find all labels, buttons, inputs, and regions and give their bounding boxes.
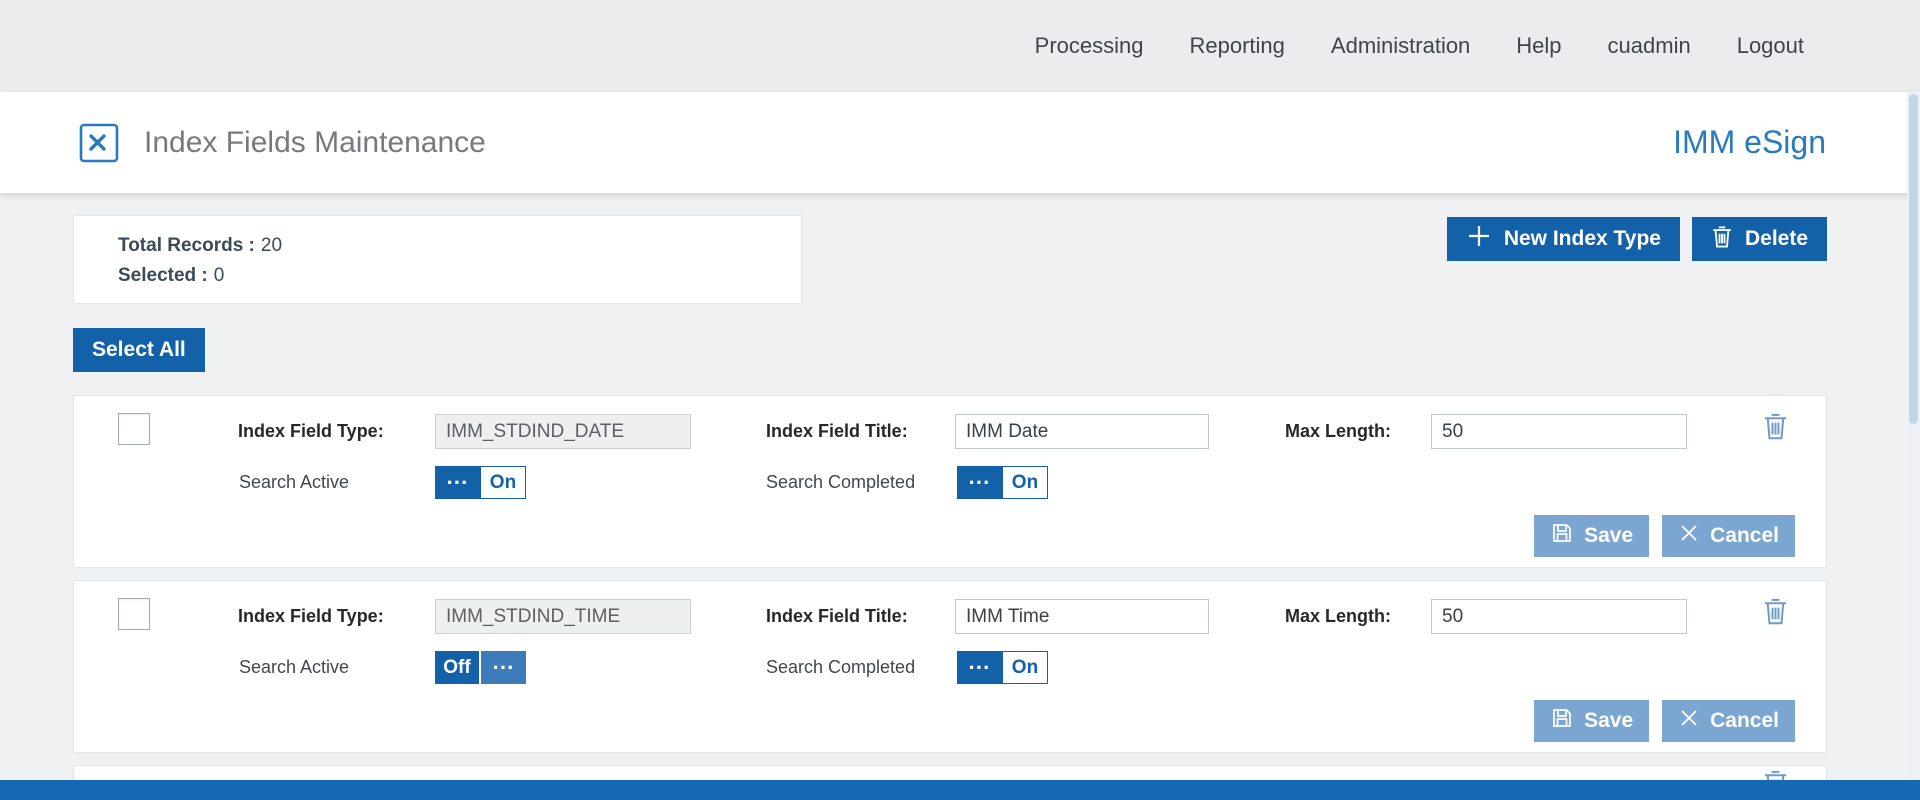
- index-field-row-partial: [73, 765, 1827, 781]
- records-summary-panel: Total Records :20 Selected :0: [73, 215, 802, 304]
- cancel-label: Cancel: [1710, 709, 1779, 732]
- index-field-row: Index Field Type: Index Field Title: Max…: [73, 580, 1827, 753]
- save-label: Save: [1584, 524, 1634, 547]
- scrollbar-thumb[interactable]: [1909, 94, 1918, 424]
- field-type-label: Index Field Type:: [238, 421, 384, 441]
- delete-label: Delete: [1744, 227, 1808, 250]
- search-active-label: Search Active: [239, 657, 350, 677]
- page-header: Index Fields Maintenance IMM eSign: [0, 92, 1920, 193]
- save-floppy-icon: [1550, 706, 1574, 736]
- search-completed-label: Search Completed: [766, 472, 916, 492]
- toggle-handle: ···: [481, 651, 526, 684]
- bottom-bar: [0, 780, 1920, 800]
- delete-row-icon[interactable]: [1762, 596, 1789, 626]
- select-all-button[interactable]: Select All: [73, 328, 205, 372]
- search-active-label: Search Active: [239, 472, 350, 492]
- select-all-label: Select All: [92, 338, 186, 361]
- total-records-value: 20: [260, 235, 283, 256]
- cancel-x-icon: [1678, 707, 1700, 735]
- toggle-handle: ···: [435, 466, 480, 499]
- main-content: Total Records :20 Selected :0 New Index …: [0, 193, 1920, 781]
- delete-row-icon[interactable]: [1762, 411, 1789, 441]
- max-length-input[interactable]: [1431, 599, 1687, 634]
- row-checkbox[interactable]: [118, 598, 150, 630]
- cancel-x-icon: [1678, 522, 1700, 550]
- delete-button[interactable]: Delete: [1691, 217, 1827, 261]
- field-title-label: Index Field Title:: [766, 421, 908, 441]
- max-length-label: Max Length:: [1285, 606, 1391, 626]
- save-button[interactable]: Save: [1534, 700, 1650, 742]
- trash-icon: [1711, 224, 1733, 255]
- brand-logo: IMM eSign: [1673, 124, 1826, 160]
- toggle-handle: ···: [957, 651, 1002, 684]
- field-type-input: [435, 414, 691, 449]
- top-nav: Processing Reporting Administration Help…: [0, 0, 1920, 92]
- nav-user-cuadmin[interactable]: cuadmin: [1608, 33, 1691, 59]
- cancel-button[interactable]: Cancel: [1662, 515, 1795, 557]
- new-index-type-button[interactable]: New Index Type: [1446, 217, 1680, 261]
- field-title-label: Index Field Title:: [766, 606, 908, 626]
- nav-reporting[interactable]: Reporting: [1190, 33, 1285, 59]
- search-completed-label: Search Completed: [766, 657, 916, 677]
- field-type-input: [435, 599, 691, 634]
- selected-value: 0: [213, 265, 225, 286]
- nav-logout[interactable]: Logout: [1737, 33, 1804, 59]
- new-index-type-label: New Index Type: [1503, 227, 1661, 250]
- search-active-toggle[interactable]: Off ···: [435, 651, 526, 684]
- field-type-label: Index Field Type:: [238, 606, 384, 626]
- total-records-line: Total Records :20: [118, 231, 801, 261]
- scrollbar-track[interactable]: [1907, 92, 1920, 780]
- max-length-label: Max Length:: [1285, 421, 1391, 441]
- save-label: Save: [1584, 709, 1634, 732]
- plus-icon: [1466, 223, 1492, 255]
- nav-help[interactable]: Help: [1516, 33, 1561, 59]
- field-title-input[interactable]: [955, 414, 1209, 449]
- nav-processing[interactable]: Processing: [1035, 33, 1144, 59]
- search-active-toggle[interactable]: ··· On: [435, 466, 526, 499]
- toggle-state-label: Off: [435, 651, 481, 684]
- search-completed-toggle[interactable]: ··· On: [957, 651, 1048, 684]
- index-fields-document-icon: [78, 122, 120, 164]
- save-floppy-icon: [1550, 521, 1574, 551]
- max-length-input[interactable]: [1431, 414, 1687, 449]
- selected-line: Selected :0: [118, 261, 801, 291]
- save-button[interactable]: Save: [1534, 515, 1650, 557]
- toggle-state-label: On: [1002, 651, 1048, 684]
- toggle-handle: ···: [957, 466, 1002, 499]
- page-title: Index Fields Maintenance: [144, 125, 486, 159]
- search-completed-toggle[interactable]: ··· On: [957, 466, 1048, 499]
- cancel-button[interactable]: Cancel: [1662, 700, 1795, 742]
- cancel-label: Cancel: [1710, 524, 1779, 547]
- total-records-label: Total Records :: [118, 235, 255, 256]
- toggle-state-label: On: [480, 466, 526, 499]
- row-checkbox[interactable]: [118, 413, 150, 445]
- selected-label: Selected :: [118, 265, 208, 286]
- toggle-state-label: On: [1002, 466, 1048, 499]
- field-title-input[interactable]: [955, 599, 1209, 634]
- nav-administration[interactable]: Administration: [1331, 33, 1470, 59]
- index-field-row: Index Field Type: Index Field Title: Max…: [73, 395, 1827, 568]
